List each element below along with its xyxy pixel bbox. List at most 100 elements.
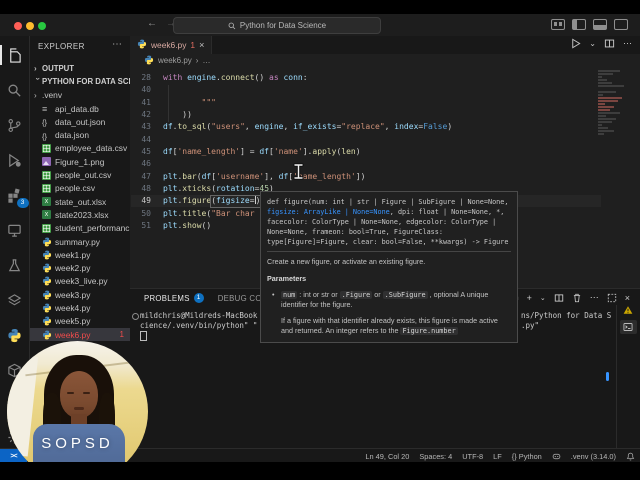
tree-item-data-out-json[interactable]: data_out.json: [30, 115, 130, 128]
activity-search-icon[interactable]: [4, 79, 26, 101]
activity-python-icon[interactable]: [4, 324, 26, 346]
tree-item-week1-py[interactable]: week1.py: [30, 248, 130, 261]
explorer-more-actions-icon[interactable]: ⋯: [112, 39, 122, 50]
split-editor-icon[interactable]: [604, 38, 615, 49]
tree-item-state2023-xlsx[interactable]: state2023.xlsx: [30, 208, 130, 221]
chevron-right-icon: ›: [34, 64, 37, 74]
tree-item-summary-py[interactable]: summary.py: [30, 235, 130, 248]
terminal-output[interactable]: mildchris@Mildreds-MacBook cience/.venv/b…: [140, 311, 257, 330]
signature-line: type[Figure]=Figure, clear: bool=False, …: [267, 238, 509, 246]
mouse-ibeam-cursor: [293, 163, 304, 185]
tree-item-week3-py[interactable]: week3.py: [30, 288, 130, 301]
activity-debug-icon[interactable]: [4, 149, 26, 171]
tree-item--venv[interactable]: › .venv: [30, 89, 130, 102]
python-file-icon: [42, 316, 52, 326]
layout-sidebar-right-icon[interactable]: [614, 19, 628, 30]
code-line-41[interactable]: 41 """: [130, 97, 640, 109]
activity-layers-icon[interactable]: [4, 289, 26, 311]
tree-item-api-data-db[interactable]: api_data.db: [30, 102, 130, 115]
code-line-28[interactable]: 28 with engine.connect() as conn:: [130, 72, 640, 84]
command-center-search[interactable]: Python for Data Science: [173, 17, 381, 34]
file-name: week6.py: [55, 329, 91, 340]
minimap-line: [598, 103, 605, 105]
panel-scrollbar[interactable]: [606, 372, 609, 381]
tree-section-output[interactable]: › OUTPUT: [30, 62, 130, 75]
status-lf[interactable]: LF: [493, 452, 502, 461]
code-line-44[interactable]: 44: [130, 134, 640, 146]
traffic-minimize-button[interactable]: [26, 22, 34, 30]
tree-item-week2-py[interactable]: week2.py: [30, 261, 130, 274]
tab-problems[interactable]: PROBLEMS 1: [144, 293, 204, 303]
tab-week6[interactable]: week6.py 1 ×: [130, 36, 213, 54]
traffic-zoom-button[interactable]: [38, 22, 46, 30]
tree-item-data-json[interactable]: data.json: [30, 128, 130, 141]
split-terminal-icon[interactable]: [554, 293, 564, 303]
new-terminal-icon[interactable]: +: [527, 293, 532, 303]
editor-more-actions-icon[interactable]: ⋯: [623, 38, 632, 49]
tree-item-student-performanc-[interactable]: student_performanc...: [30, 222, 130, 235]
tree-item-week4-py[interactable]: week4.py: [30, 301, 130, 314]
activity-extensions-icon[interactable]: 3: [4, 184, 29, 208]
close-panel-icon[interactable]: ×: [625, 293, 630, 303]
close-tab-icon[interactable]: ×: [199, 40, 204, 50]
status-spaces-4[interactable]: Spaces: 4: [419, 452, 452, 461]
minimap[interactable]: [598, 70, 632, 150]
activity-badge: 3: [16, 198, 29, 208]
tree-item-employee-data-csv[interactable]: employee_data.csv: [30, 142, 130, 155]
python-file-icon: [42, 263, 52, 273]
status--python[interactable]: {} Python: [512, 452, 542, 461]
copilot-icon[interactable]: [552, 452, 561, 461]
grid-icon[interactable]: [551, 19, 565, 30]
layout-panel-icon[interactable]: [593, 19, 607, 30]
tree-item-week6-py[interactable]: week6.py 1: [30, 327, 130, 342]
tree-item-state-out-xlsx[interactable]: state_out.xlsx: [30, 195, 130, 208]
panel-restore-icon[interactable]: [607, 293, 617, 303]
activity-files-icon[interactable]: [0, 44, 26, 66]
python-file-icon: [42, 303, 52, 313]
activity-beaker-icon[interactable]: [4, 254, 26, 276]
breadcrumb[interactable]: week6.py › …: [130, 54, 640, 67]
file-name: .venv: [42, 90, 63, 101]
tree-item-week5-py[interactable]: week5.py: [30, 315, 130, 328]
status-utf-8[interactable]: UTF-8: [462, 452, 483, 461]
minimap-line: [598, 94, 603, 96]
terminal-tab-item[interactable]: [619, 320, 637, 334]
editor-tab-bar: week6.py 1 × ⌄ ⋯: [130, 36, 640, 55]
line-number: 43: [141, 122, 151, 132]
run-file-button[interactable]: [570, 38, 581, 49]
trash-icon[interactable]: [572, 293, 582, 303]
tree-section-python-for-data-scie-[interactable]: ›PYTHON FOR DATA SCIE...: [30, 75, 131, 88]
warning-icon: [623, 306, 633, 314]
xlsx-file-icon: [42, 210, 51, 220]
terminal-output-right-1: ns/Python for Data S: [521, 311, 612, 320]
letterbox-top: [0, 0, 640, 14]
status-ln-49-col-20[interactable]: Ln 49, Col 20: [365, 452, 409, 461]
terminal-dropdown-icon[interactable]: ⌄: [540, 294, 546, 302]
code-line-42[interactable]: 42 )): [130, 109, 640, 121]
tree-item-week3-live-py[interactable]: week3_live.py: [30, 275, 130, 288]
code-line-40[interactable]: 40: [130, 84, 640, 96]
python-file-icon: [42, 276, 52, 286]
activity-source-control-icon[interactable]: [4, 114, 26, 136]
tree-item-people-out-csv[interactable]: people_out.csv: [30, 168, 130, 181]
code-line-43[interactable]: 43 df.to_sql("users", engine, if_exists="…: [130, 121, 640, 133]
minimap-line: [598, 130, 614, 132]
status--venv-3-14-0-[interactable]: .venv (3.14.0): [571, 452, 616, 461]
minimap-line: [598, 109, 610, 111]
run-dropdown-icon[interactable]: ⌄: [589, 39, 596, 48]
panel-more-actions-icon[interactable]: ⋯: [590, 292, 599, 303]
history-back-button[interactable]: ←: [147, 18, 157, 29]
file-name: OUTPUT: [42, 64, 75, 74]
code-text: df.to_sql("users", engine, if_exists="re…: [163, 122, 453, 132]
activity-remote-explorer-icon[interactable]: [4, 219, 26, 241]
code-line-46[interactable]: 46: [130, 158, 640, 170]
traffic-close-button[interactable]: [14, 22, 22, 30]
bell-icon[interactable]: [626, 452, 635, 461]
tree-item-people-csv[interactable]: people.csv: [30, 182, 130, 195]
code-line-45[interactable]: 45 df['name_length'] = df['name'].apply(l…: [130, 146, 640, 158]
code-line-47[interactable]: 47 plt.bar(df['username'], df['name_lengt…: [130, 171, 640, 183]
layout-sidebar-left-icon[interactable]: [572, 19, 586, 30]
watermark-text: SOPSD: [41, 435, 114, 452]
minimap-line: [598, 100, 618, 102]
tree-item-figure-1-png[interactable]: Figure_1.png: [30, 155, 130, 168]
